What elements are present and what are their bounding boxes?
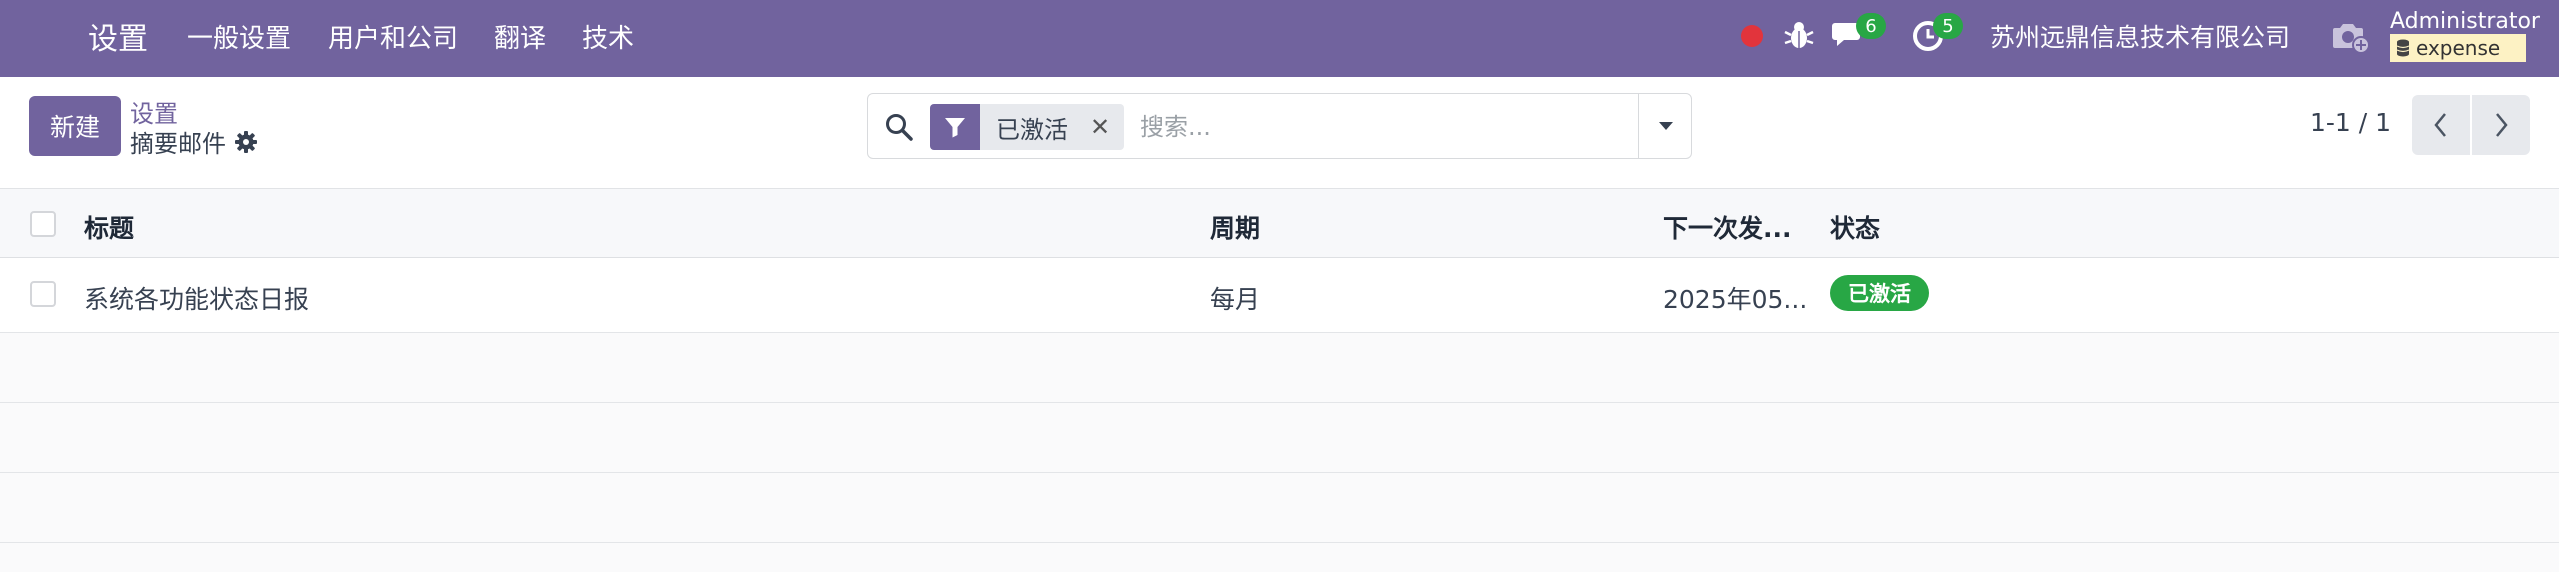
column-period[interactable]: 周期 xyxy=(1210,209,1260,245)
row-title: 系统各功能状态日报 xyxy=(84,285,310,314)
menu-general-settings[interactable]: 一般设置 xyxy=(187,14,291,58)
empty-row xyxy=(0,333,2559,403)
status-badge: 已激活 xyxy=(1830,275,1929,311)
search-bar: 已激活 ✕ xyxy=(867,93,1692,159)
caret-down-icon xyxy=(1658,122,1673,130)
row-checkbox[interactable] xyxy=(30,281,56,307)
chevron-left-icon xyxy=(2434,113,2446,137)
database-name: expense xyxy=(2416,36,2501,60)
activities-count-badge: 5 xyxy=(1933,13,1963,39)
top-navbar: 设置 一般设置 用户和公司 翻译 技术 6 5 苏州远鼎信息技术有限公司 Adm… xyxy=(0,0,2559,77)
app-title[interactable]: 设置 xyxy=(88,14,148,58)
column-title[interactable]: 标题 xyxy=(84,209,134,245)
empty-row xyxy=(0,543,2559,572)
filter-icon xyxy=(930,104,980,150)
search-facet-active: 已激活 ✕ xyxy=(930,104,1125,150)
search-input[interactable] xyxy=(1140,106,1580,148)
table-header: 标题 周期 下一次发... 状态 xyxy=(0,188,2559,258)
gear-icon[interactable] xyxy=(234,130,258,154)
row-period: 每月 xyxy=(1210,285,1261,314)
table-row[interactable]: 系统各功能状态日报 每月 2025年05... 已激活 xyxy=(0,258,2559,333)
record-dot-icon[interactable] xyxy=(1741,25,1763,47)
messages-count-badge: 6 xyxy=(1856,13,1886,39)
bug-icon[interactable] xyxy=(1784,19,1814,51)
select-all-checkbox[interactable] xyxy=(30,211,56,237)
search-options-toggle[interactable] xyxy=(1639,94,1692,158)
search-icon[interactable] xyxy=(884,112,914,142)
menu-translations[interactable]: 翻译 xyxy=(494,14,546,58)
database-icon xyxy=(2396,39,2410,57)
column-next-date[interactable]: 下一次发... xyxy=(1663,209,1792,245)
pager-value[interactable]: 1-1 / 1 xyxy=(2310,108,2391,137)
menu-technical[interactable]: 技术 xyxy=(582,14,634,58)
database-badge: expense xyxy=(2390,34,2526,62)
menu-users-companies[interactable]: 用户和公司 xyxy=(328,14,458,58)
pager-next-button[interactable] xyxy=(2472,95,2530,155)
facet-label: 已激活 xyxy=(996,115,1068,144)
company-switcher[interactable]: 苏州远鼎信息技术有限公司 xyxy=(1990,14,2290,58)
column-status[interactable]: 状态 xyxy=(1830,209,1880,245)
row-next-date: 2025年05... xyxy=(1663,285,1808,314)
breadcrumb-current: 摘要邮件 xyxy=(130,124,258,159)
empty-row xyxy=(0,403,2559,473)
apps-menu-icon[interactable] xyxy=(28,17,66,55)
breadcrumb-current-label: 摘要邮件 xyxy=(130,130,226,158)
camera-icon[interactable] xyxy=(2330,18,2370,54)
empty-row xyxy=(0,473,2559,543)
new-button[interactable]: 新建 xyxy=(29,96,121,156)
chevron-right-icon xyxy=(2496,113,2508,137)
pager-previous-button[interactable] xyxy=(2412,95,2470,155)
user-menu[interactable]: Administrator xyxy=(2390,6,2540,36)
remove-facet-icon[interactable]: ✕ xyxy=(1090,113,1110,141)
